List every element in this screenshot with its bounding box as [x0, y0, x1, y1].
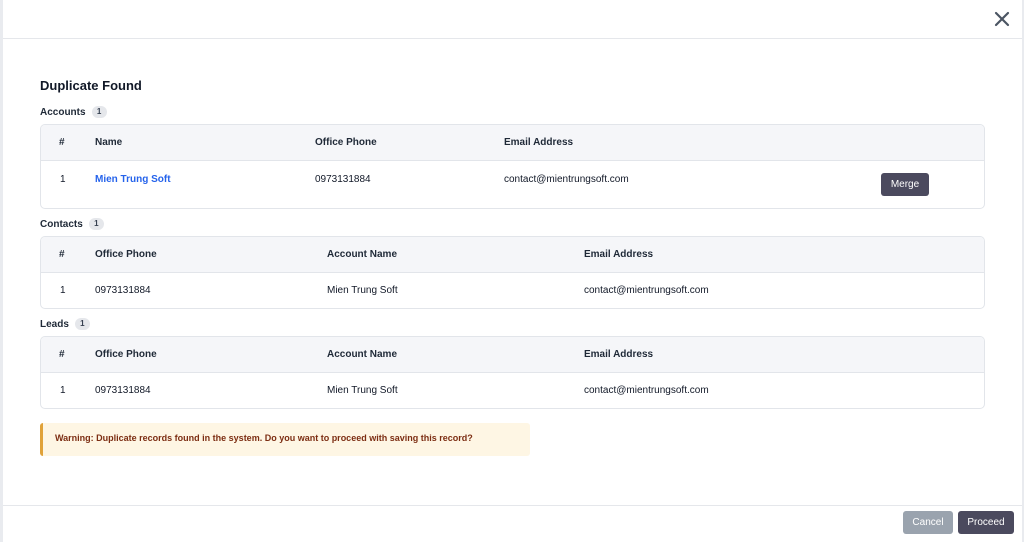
leads-section-label: Leads 1	[40, 317, 985, 331]
modal-title: Duplicate Found	[40, 78, 142, 93]
contacts-table-header: # Office Phone Account Name Email Addres…	[41, 237, 984, 273]
leads-count-badge: 1	[74, 318, 90, 330]
leads-table-header: # Office Phone Account Name Email Addres…	[41, 337, 984, 373]
accounts-table-header: # Name Office Phone Email Address	[41, 125, 984, 161]
leads-table: # Office Phone Account Name Email Addres…	[40, 336, 985, 409]
duplicate-modal: Duplicate Found Accounts 1 # Name Office…	[3, 0, 1022, 542]
col-account-name: Account Name	[327, 349, 398, 360]
account-name: Mien Trung Soft	[327, 285, 398, 296]
close-icon[interactable]	[992, 9, 1012, 29]
proceed-button[interactable]: Proceed	[958, 511, 1014, 534]
accounts-count-badge: 1	[91, 106, 107, 118]
col-office-phone: Office Phone	[95, 349, 157, 360]
office-phone: 0973131884	[95, 385, 151, 396]
office-phone: 0973131884	[315, 174, 371, 185]
contacts-count-badge: 1	[88, 218, 104, 230]
email-address: contact@mientrungsoft.com	[584, 385, 709, 396]
contacts-label: Contacts	[40, 218, 83, 230]
contacts-table: # Office Phone Account Name Email Addres…	[40, 236, 985, 309]
duplicate-warning: Warning: Duplicate records found in the …	[40, 423, 530, 456]
row-number: 1	[60, 385, 66, 396]
row-number: 1	[60, 285, 66, 296]
col-account-name: Account Name	[327, 249, 398, 260]
accounts-section-label: Accounts 1	[40, 105, 985, 119]
table-row: 1 Mien Trung Soft 0973131884 contact@mie…	[41, 161, 984, 208]
merge-button[interactable]: Merge	[881, 173, 929, 196]
col-number: #	[59, 349, 65, 360]
accounts-table: # Name Office Phone Email Address 1 Mien…	[40, 124, 985, 209]
leads-label: Leads	[40, 318, 69, 330]
contacts-section-label: Contacts 1	[40, 217, 985, 231]
modal-header	[3, 0, 1022, 39]
col-number: #	[59, 249, 65, 260]
email-address: contact@mientrungsoft.com	[504, 174, 629, 185]
col-name: Name	[95, 137, 123, 148]
col-office-phone: Office Phone	[95, 249, 157, 260]
col-email-address: Email Address	[584, 249, 654, 260]
account-name: Mien Trung Soft	[327, 385, 398, 396]
modal-footer: Cancel Proceed	[3, 505, 1022, 542]
table-row: 1 0973131884 Mien Trung Soft contact@mie…	[41, 373, 984, 408]
office-phone: 0973131884	[95, 285, 151, 296]
modal-body: Duplicate Found Accounts 1 # Name Office…	[40, 78, 985, 417]
cancel-button[interactable]: Cancel	[903, 511, 953, 534]
col-email-address: Email Address	[584, 349, 654, 360]
email-address: contact@mientrungsoft.com	[584, 285, 709, 296]
account-name-link[interactable]: Mien Trung Soft	[95, 161, 171, 198]
col-email-address: Email Address	[504, 137, 574, 148]
table-row: 1 0973131884 Mien Trung Soft contact@mie…	[41, 273, 984, 308]
col-office-phone: Office Phone	[315, 137, 377, 148]
col-number: #	[59, 137, 65, 148]
row-number: 1	[60, 174, 66, 185]
accounts-label: Accounts	[40, 106, 86, 118]
